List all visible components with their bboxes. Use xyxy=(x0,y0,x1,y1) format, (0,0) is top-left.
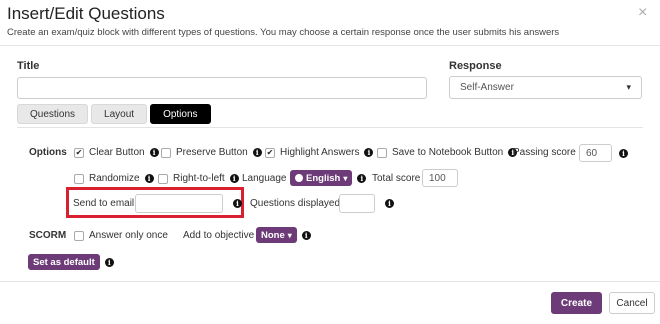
highlight-answers-option[interactable]: ✔ Highlight Answers i xyxy=(265,147,374,158)
options-section-label: Options xyxy=(29,147,67,158)
language-label: Language xyxy=(242,173,287,184)
language-control: English ▾ i xyxy=(290,170,367,186)
objective-control: None ▾ i xyxy=(256,227,311,243)
preserve-button-label: Preserve Button xyxy=(176,147,248,158)
chevron-down-icon: ▾ xyxy=(287,230,292,240)
tab-bar: Questions Layout Options xyxy=(17,104,211,124)
title-input[interactable] xyxy=(17,77,427,99)
right-to-left-checkbox[interactable] xyxy=(158,173,168,184)
right-to-left-label: Right-to-left xyxy=(173,173,225,184)
highlight-answers-checkbox[interactable]: ✔ xyxy=(265,147,275,158)
answer-only-once-checkbox[interactable] xyxy=(74,230,84,241)
response-value: Self-Answer xyxy=(460,82,514,93)
send-to-email-input[interactable] xyxy=(135,194,223,213)
response-select[interactable]: Self-Answer ▾ xyxy=(449,76,642,99)
clear-button-label: Clear Button xyxy=(89,147,145,158)
title-label: Title xyxy=(17,60,40,72)
chevron-down-icon: ▾ xyxy=(626,82,631,92)
clear-button-checkbox[interactable]: ✔ xyxy=(74,147,84,158)
total-score-input[interactable]: 100 xyxy=(422,169,458,187)
dialog-subtitle: Create an exam/quiz block with different… xyxy=(7,27,560,38)
info-icon: i xyxy=(233,199,242,208)
questions-displayed-input[interactable] xyxy=(339,194,375,213)
info-icon: i xyxy=(149,148,159,157)
preserve-button-option[interactable]: Preserve Button i xyxy=(161,147,262,158)
dialog-title: Insert/Edit Questions xyxy=(7,4,165,23)
chevron-down-icon: ▾ xyxy=(343,173,348,183)
tab-layout[interactable]: Layout xyxy=(91,104,148,124)
save-to-notebook-option[interactable]: Save to Notebook Button i xyxy=(377,147,518,158)
answer-only-once-option[interactable]: Answer only once xyxy=(74,230,168,241)
save-to-notebook-checkbox[interactable] xyxy=(377,147,387,158)
passing-score-input[interactable]: 60 xyxy=(579,144,612,162)
globe-icon xyxy=(295,174,303,182)
preserve-button-checkbox[interactable] xyxy=(161,147,171,158)
scorm-section-label: SCORM xyxy=(29,230,67,241)
passing-score-label: Passing score xyxy=(513,147,576,158)
set-as-default-button[interactable]: Set as default xyxy=(28,254,100,270)
info-icon: i xyxy=(252,148,262,157)
objective-value: None xyxy=(261,229,285,241)
info-icon: i xyxy=(357,173,367,183)
info-icon: i xyxy=(301,230,311,240)
info-icon: i xyxy=(619,149,628,158)
info-icon: i xyxy=(364,148,374,157)
close-icon[interactable]: × xyxy=(638,4,647,22)
tab-options[interactable]: Options xyxy=(150,104,211,124)
randomize-label: Randomize xyxy=(89,173,140,184)
objective-dropdown[interactable]: None ▾ xyxy=(256,227,297,243)
tab-questions[interactable]: Questions xyxy=(17,104,89,124)
set-as-default-group: Set as default i xyxy=(28,254,114,270)
language-value: English xyxy=(306,172,341,184)
randomize-option[interactable]: Randomize i xyxy=(74,173,154,184)
answer-only-once-label: Answer only once xyxy=(89,230,168,241)
info-icon: i xyxy=(104,257,114,267)
send-to-email-label: Send to email xyxy=(73,198,135,209)
info-icon: i xyxy=(229,174,239,183)
language-dropdown[interactable]: English ▾ xyxy=(290,170,353,186)
save-to-notebook-label: Save to Notebook Button xyxy=(392,147,504,158)
info-icon: i xyxy=(144,174,154,183)
add-to-objective-label: Add to objective xyxy=(183,230,255,241)
cancel-button[interactable]: Cancel xyxy=(609,292,655,314)
total-score-label: Total score xyxy=(372,173,421,184)
create-button[interactable]: Create xyxy=(551,292,602,314)
highlight-answers-label: Highlight Answers xyxy=(280,147,360,158)
response-label: Response xyxy=(449,60,502,72)
info-icon: i xyxy=(385,199,394,208)
randomize-checkbox[interactable] xyxy=(74,173,84,184)
right-to-left-option[interactable]: Right-to-left i xyxy=(158,173,239,184)
questions-displayed-label: Questions displayed xyxy=(250,198,341,209)
dialog-header: Insert/Edit Questions Create an exam/qui… xyxy=(0,0,660,46)
clear-button-option[interactable]: ✔ Clear Button i xyxy=(74,147,159,158)
